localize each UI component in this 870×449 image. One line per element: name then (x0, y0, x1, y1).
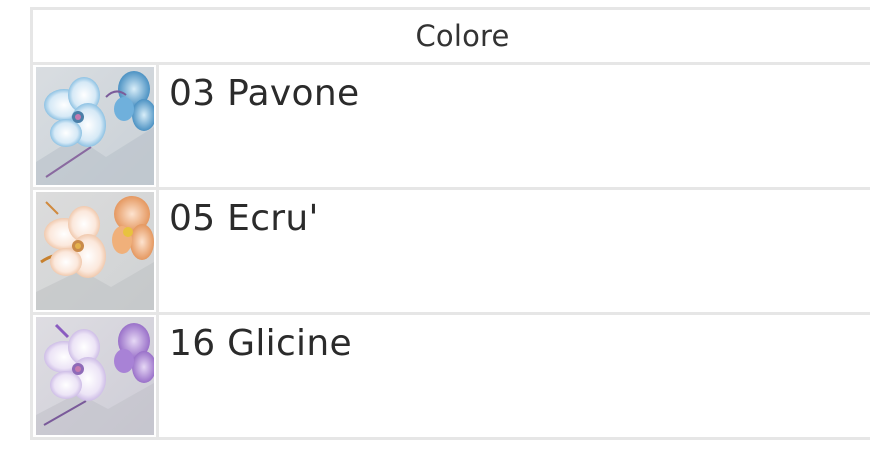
swatch-cell (33, 315, 159, 437)
color-option-label[interactable]: 03 Pavone (169, 73, 359, 114)
table-header: Colore (33, 10, 870, 65)
label-cell: 16 Glicine (159, 315, 870, 437)
label-cell: 05 Ecru' (159, 190, 870, 312)
table-row[interactable]: 03 Pavone (33, 65, 870, 190)
label-cell: 03 Pavone (159, 65, 870, 187)
column-header-colore: Colore (415, 19, 510, 53)
swatch-cell (33, 190, 159, 312)
color-options-table: Colore 03 Pavone 05 Ecru' 16 Glicine (30, 7, 870, 440)
color-option-label[interactable]: 16 Glicine (169, 323, 352, 364)
lilac-orchid-swatch-icon[interactable] (36, 317, 154, 435)
table-row[interactable]: 05 Ecru' (33, 190, 870, 315)
swatch-cell (33, 65, 159, 187)
color-option-label[interactable]: 05 Ecru' (169, 198, 319, 239)
table-row[interactable]: 16 Glicine (33, 315, 870, 440)
blue-orchid-swatch-icon[interactable] (36, 67, 154, 185)
peach-orchid-swatch-icon[interactable] (36, 192, 154, 310)
